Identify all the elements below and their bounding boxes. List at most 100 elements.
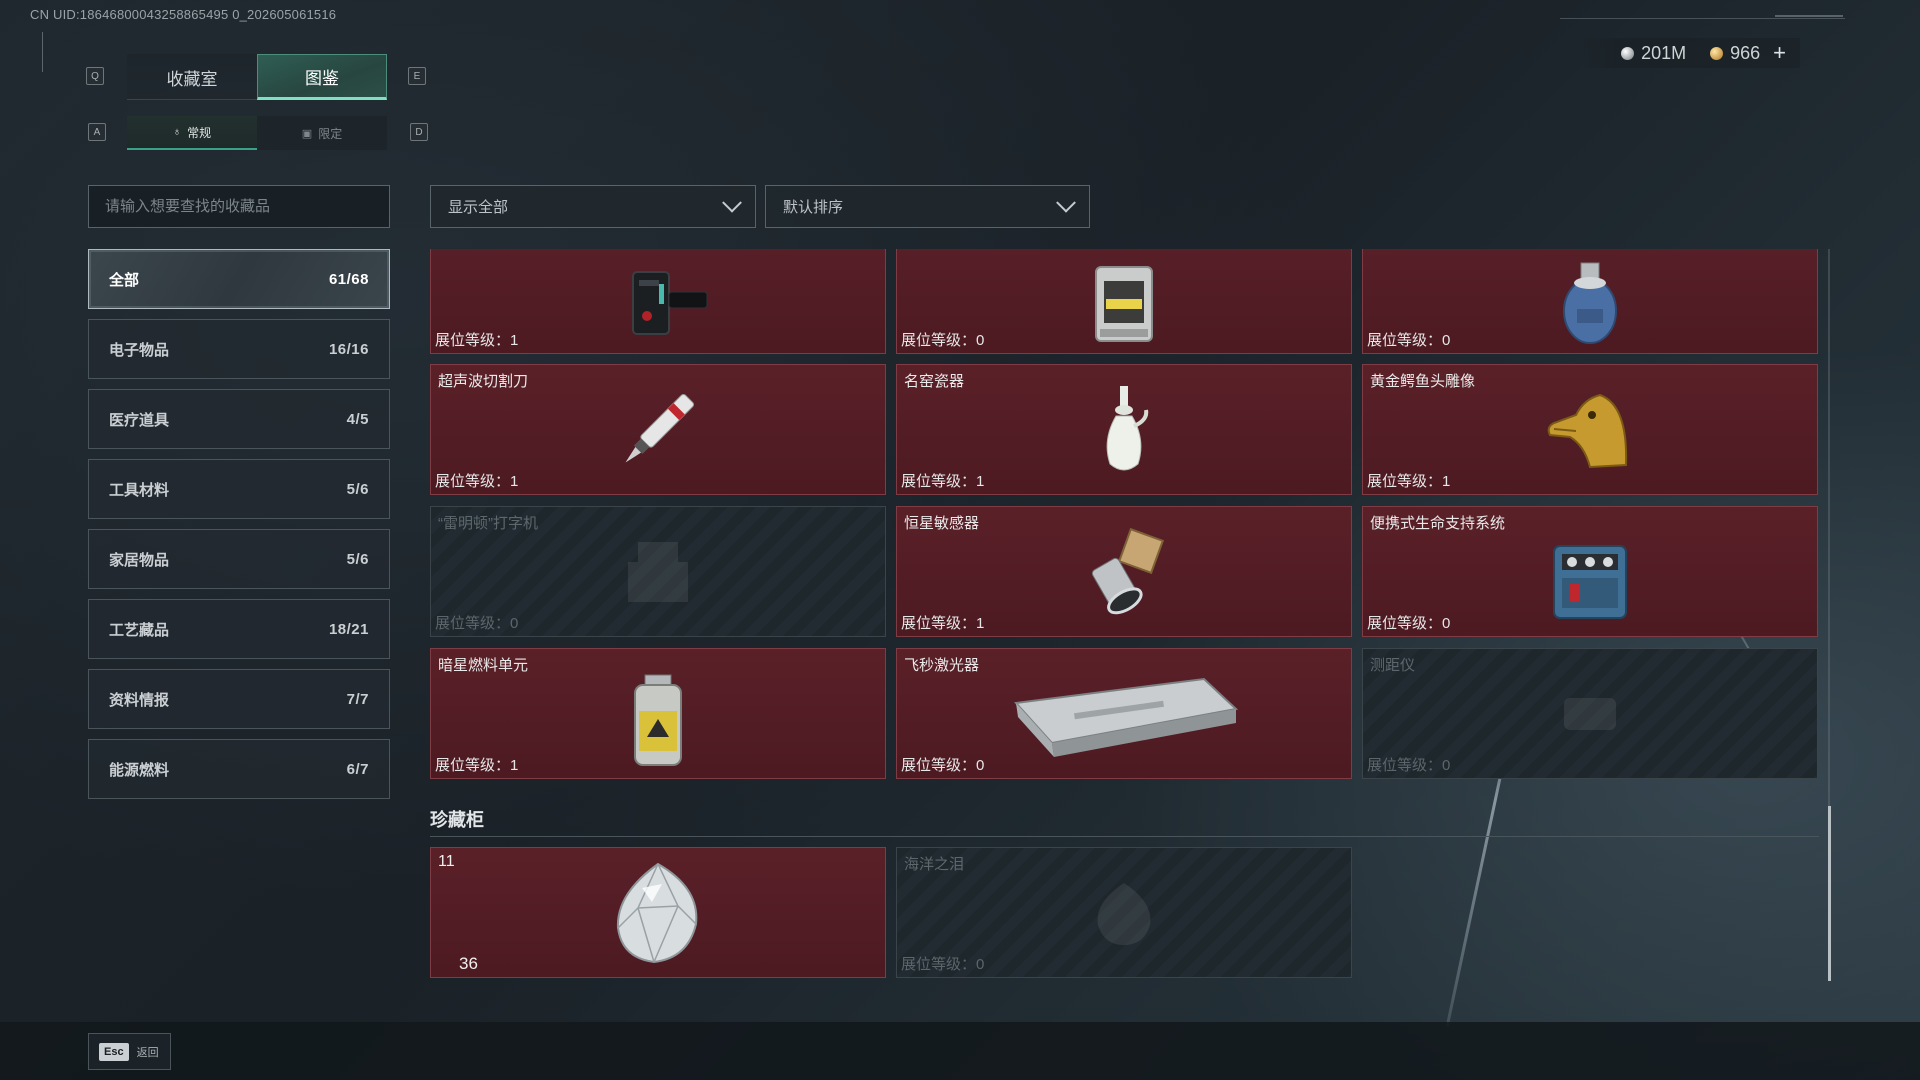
limited-icon: ▣	[301, 127, 313, 140]
collection-item[interactable]: 黄金鳄鱼头雕像 展位等级：1	[1362, 364, 1818, 495]
esc-key-icon: Esc	[99, 1042, 129, 1061]
category-count: 6/7	[346, 760, 369, 778]
filter-value: 显示全部	[448, 199, 509, 216]
player-uid: CN UID:18646800043258865495 0_2026050615…	[30, 7, 337, 22]
collection-item-locked[interactable]: 测距仪 展位等级：0	[1362, 648, 1818, 779]
section-divider	[430, 836, 1819, 837]
scrollbar-thumb[interactable]	[1828, 806, 1831, 981]
star-sensor-icon	[1091, 527, 1165, 614]
collection-item[interactable]: 展位等级：0	[1362, 249, 1818, 354]
typewriter-icon	[628, 541, 688, 602]
top-divider-highlight	[1775, 15, 1843, 17]
fuel-cell-icon	[634, 674, 682, 767]
collection-item[interactable]: 展位等级：1	[430, 249, 886, 354]
collection-item[interactable]: 恒星敏感器 展位等级：1	[896, 506, 1352, 637]
category-electronics[interactable]: 电子物品 16/16	[88, 319, 390, 379]
category-count: 61/68	[328, 270, 369, 288]
item-name: 恒星敏感器	[904, 515, 980, 532]
collection-item[interactable]: 超声波切割刀 展位等级：1	[430, 364, 886, 495]
item-name: “雷明顿”打字机	[438, 515, 538, 532]
item-display-level: 展位等级：1	[435, 332, 519, 349]
collection-item[interactable]: 名窑瓷器 展位等级：1	[896, 364, 1352, 495]
item-number: 11	[438, 853, 455, 870]
gold-amount: 966	[1730, 42, 1761, 63]
category-intel[interactable]: 资料情报 7/7	[88, 669, 390, 729]
item-display-level: 展位等级：0	[901, 332, 985, 349]
side-marker	[42, 32, 52, 72]
prev-tab-key[interactable]: Q	[86, 67, 104, 85]
back-button[interactable]: Esc 返回	[88, 1033, 171, 1070]
chevron-down-icon	[722, 192, 742, 213]
chevron-down-icon	[1056, 192, 1076, 213]
filter-dropdown[interactable]: 显示全部	[430, 185, 756, 228]
regular-icon: ♁	[172, 126, 182, 138]
item-display-level: 展位等级：0	[1367, 332, 1451, 349]
item-count: 36	[459, 954, 478, 973]
tab-catalog[interactable]: 图鉴	[257, 54, 387, 100]
item-display-level: 展位等级：0	[901, 956, 985, 973]
item-name: 超声波切割刀	[438, 373, 529, 390]
category-fuel[interactable]: 能源燃料 6/7	[88, 739, 390, 799]
category-count: 7/7	[346, 690, 369, 708]
item-name: 黄金鳄鱼头雕像	[1370, 373, 1476, 390]
gold-crocodile-head-icon	[1547, 393, 1628, 468]
silver-coin-icon	[1621, 46, 1635, 60]
lantern-icon	[1095, 265, 1153, 342]
category-all[interactable]: 全部 61/68	[88, 249, 390, 309]
item-display-level: 展位等级：1	[901, 615, 985, 632]
category-name: 家居物品	[109, 551, 170, 569]
collection-item[interactable]: 展位等级：0	[896, 249, 1352, 354]
item-name: 海洋之泪	[904, 856, 965, 873]
category-medical[interactable]: 医疗道具 4/5	[88, 389, 390, 449]
item-name: 便携式生命支持系统	[1370, 515, 1506, 532]
item-display-level: 展位等级：0	[901, 757, 985, 774]
category-name: 资料情报	[109, 691, 170, 709]
ultrasonic-cutter-icon	[625, 393, 695, 463]
subtab-limited-label: 限定	[318, 126, 343, 141]
subtab-regular[interactable]: ♁ 常规	[127, 116, 257, 150]
prev-subtab-key[interactable]: A	[88, 123, 106, 141]
item-display-level: 展位等级：0	[1367, 757, 1451, 774]
item-name: 飞秒激光器	[904, 657, 980, 674]
category-crafts[interactable]: 工艺藏品 18/21	[88, 599, 390, 659]
next-tab-key[interactable]: E	[408, 67, 426, 85]
item-display-level: 展位等级：0	[435, 615, 519, 632]
category-tools[interactable]: 工具材料 5/6	[88, 459, 390, 519]
category-count: 16/16	[328, 340, 369, 358]
subtab-limited[interactable]: ▣ 限定	[257, 116, 387, 150]
treasure-item[interactable]: 11 36	[430, 847, 886, 978]
silver-amount: 201M	[1641, 42, 1687, 63]
category-name: 工具材料	[109, 481, 170, 499]
collection-item[interactable]: 飞秒激光器 展位等级：0	[896, 648, 1352, 779]
collection-item[interactable]: 暗星燃料单元 展位等级：1	[430, 648, 886, 779]
subtab-regular-label: 常规	[187, 125, 212, 140]
category-count: 5/6	[346, 550, 369, 568]
treasure-cabinet-title: 珍藏柜	[430, 810, 484, 830]
next-subtab-key[interactable]: D	[410, 123, 428, 141]
femtosecond-laser-icon	[1013, 677, 1239, 757]
search-input[interactable]	[105, 198, 373, 215]
tab-collection-room[interactable]: 收藏室	[127, 54, 257, 100]
gold-currency: 966 +	[1710, 42, 1786, 64]
category-name: 能源燃料	[109, 761, 170, 779]
add-currency-button[interactable]: +	[1773, 42, 1786, 64]
treasure-item-locked[interactable]: 海洋之泪 展位等级：0	[896, 847, 1352, 978]
category-count: 18/21	[328, 620, 369, 638]
sort-value: 默认排序	[783, 199, 844, 216]
item-name: 名窑瓷器	[904, 373, 965, 390]
category-name: 工艺藏品	[109, 621, 170, 639]
category-count: 4/5	[346, 410, 369, 428]
ocean-tear-icon	[1097, 882, 1151, 945]
gold-coin-icon	[1710, 46, 1724, 60]
item-display-level: 展位等级：1	[435, 757, 519, 774]
sort-dropdown[interactable]: 默认排序	[765, 185, 1090, 228]
item-display-level: 展位等级：1	[1367, 473, 1451, 490]
category-household[interactable]: 家居物品 5/6	[88, 529, 390, 589]
collection-item[interactable]: 便携式生命支持系统 展位等级：0	[1362, 506, 1818, 637]
category-name: 医疗道具	[109, 411, 170, 429]
top-divider	[1560, 18, 1845, 19]
main-tabs: 收藏室 图鉴	[127, 54, 387, 100]
gas-canister-icon	[1563, 262, 1617, 344]
life-support-icon	[1553, 544, 1627, 619]
collection-item-locked[interactable]: “雷明顿”打字机 展位等级：0	[430, 506, 886, 637]
